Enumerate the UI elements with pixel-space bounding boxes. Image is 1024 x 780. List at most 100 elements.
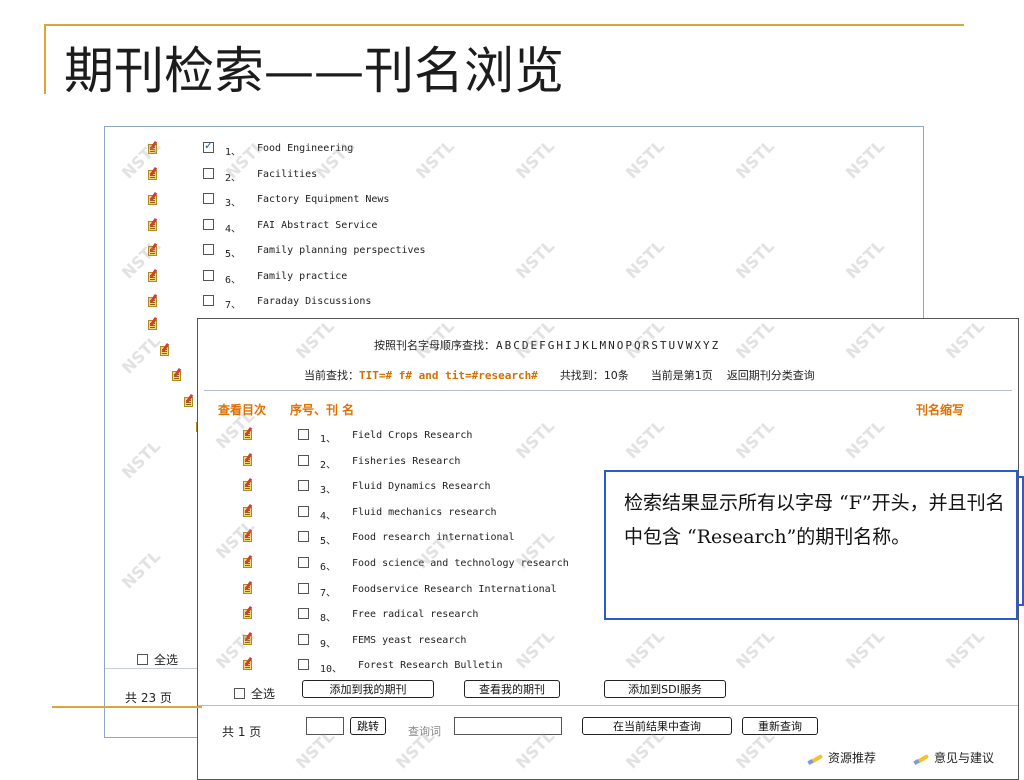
view-toc-icon[interactable] bbox=[242, 529, 254, 543]
letter-link-f[interactable]: F bbox=[539, 339, 546, 352]
item-checkbox[interactable] bbox=[203, 218, 214, 230]
view-toc-icon[interactable] bbox=[147, 293, 159, 308]
journal-title-link[interactable]: Fluid Dynamics Research bbox=[352, 481, 490, 492]
letter-link-u[interactable]: U bbox=[669, 339, 676, 352]
search-within-results-button[interactable]: 在当前结果中查询 bbox=[582, 717, 732, 735]
letter-link-m[interactable]: M bbox=[600, 339, 607, 352]
requery-button[interactable]: 重新查询 bbox=[742, 717, 818, 735]
item-checkbox[interactable] bbox=[203, 167, 214, 179]
view-toc-icon[interactable] bbox=[147, 140, 159, 155]
pencil-icon bbox=[808, 752, 824, 764]
letter-link-q[interactable]: Q bbox=[634, 339, 641, 352]
letter-link-v[interactable]: V bbox=[677, 339, 684, 352]
found-count: 10条 bbox=[603, 369, 629, 382]
letter-link-t[interactable]: T bbox=[660, 339, 667, 352]
view-toc-icon[interactable] bbox=[242, 503, 254, 518]
view-my-journals-button[interactable]: 查看我的期刊 bbox=[464, 680, 560, 698]
letter-link-n[interactable]: N bbox=[608, 339, 615, 352]
letter-link-s[interactable]: S bbox=[651, 339, 658, 352]
item-checkbox[interactable] bbox=[203, 193, 214, 204]
letter-link-z[interactable]: Z bbox=[712, 339, 719, 352]
journal-title-link[interactable]: Faraday Discussions bbox=[257, 296, 371, 307]
item-checkbox[interactable] bbox=[298, 454, 309, 466]
letter-link-x[interactable]: X bbox=[694, 339, 701, 352]
page-number-input[interactable] bbox=[306, 717, 344, 735]
item-checkbox[interactable] bbox=[298, 582, 309, 594]
journal-title-link[interactable]: FAI Abstract Service bbox=[257, 220, 377, 231]
view-toc-icon[interactable] bbox=[242, 631, 254, 646]
view-toc-icon[interactable] bbox=[242, 554, 254, 569]
item-checkbox[interactable] bbox=[203, 269, 214, 281]
letter-link-j[interactable]: J bbox=[574, 339, 581, 352]
view-toc-icon[interactable] bbox=[147, 316, 159, 331]
view-toc-icon[interactable] bbox=[183, 393, 195, 408]
view-toc-icon[interactable] bbox=[171, 367, 183, 382]
jump-button[interactable]: 跳转 bbox=[350, 717, 386, 735]
journal-title-link[interactable]: Food science and technology research bbox=[352, 558, 569, 569]
view-toc-icon[interactable] bbox=[159, 342, 171, 357]
journal-title-link[interactable]: Fisheries Research bbox=[352, 456, 460, 467]
journal-title-link[interactable]: Food Engineering bbox=[257, 143, 353, 154]
resource-recommend-link[interactable]: 资源推荐 bbox=[808, 749, 876, 766]
item-checkbox[interactable] bbox=[298, 659, 309, 671]
select-all-checkbox[interactable] bbox=[234, 688, 245, 699]
item-checkbox[interactable] bbox=[203, 244, 214, 255]
item-checkbox[interactable] bbox=[298, 633, 309, 645]
letter-link-a[interactable]: A bbox=[496, 339, 503, 352]
alphabet-label: 按照刊名字母顺序查找： bbox=[374, 339, 495, 352]
journal-title-link[interactable]: Field Crops Research bbox=[352, 430, 472, 441]
view-toc-icon[interactable] bbox=[242, 478, 254, 492]
query-status: 当前查找：TIT=# f# and tit=#research# 共找到：10条 当… bbox=[304, 367, 815, 383]
journal-title-link[interactable]: Facilities bbox=[257, 169, 317, 180]
letter-link-r[interactable]: R bbox=[643, 339, 650, 352]
journal-title-link[interactable]: Family planning perspectives bbox=[257, 245, 426, 256]
item-checkbox[interactable] bbox=[298, 531, 309, 543]
journal-title-link[interactable]: FEMS yeast research bbox=[352, 635, 466, 646]
view-toc-icon[interactable] bbox=[147, 191, 159, 206]
journal-title-link[interactable]: Forest Research Bulletin bbox=[358, 660, 503, 671]
letter-link-o[interactable]: O bbox=[617, 339, 624, 352]
letter-link-g[interactable]: G bbox=[548, 339, 555, 352]
letter-link-i[interactable]: I bbox=[565, 339, 572, 352]
found-label: 共找到： bbox=[559, 369, 604, 382]
item-checkbox[interactable] bbox=[203, 295, 214, 306]
select-all[interactable]: 全选 bbox=[234, 685, 275, 702]
letter-link-w[interactable]: W bbox=[686, 339, 693, 352]
item-checkbox[interactable] bbox=[298, 557, 309, 568]
journal-title-link[interactable]: Free radical research bbox=[352, 609, 478, 620]
letter-link-k[interactable]: K bbox=[582, 339, 589, 352]
view-toc-icon[interactable] bbox=[147, 242, 159, 257]
item-checkbox[interactable] bbox=[203, 139, 214, 153]
view-toc-icon[interactable] bbox=[242, 580, 254, 595]
letter-link-h[interactable]: H bbox=[556, 339, 563, 352]
journal-title-link[interactable]: Foodservice Research International bbox=[352, 584, 557, 595]
letter-link-b[interactable]: B bbox=[505, 339, 512, 352]
letter-link-l[interactable]: L bbox=[591, 339, 598, 352]
letter-link-p[interactable]: P bbox=[625, 339, 632, 352]
view-toc-icon[interactable] bbox=[147, 217, 159, 232]
query-word-input[interactable] bbox=[454, 717, 562, 735]
view-toc-icon[interactable] bbox=[242, 657, 254, 671]
view-toc-icon[interactable] bbox=[147, 268, 159, 283]
add-to-sdi-button[interactable]: 添加到SDI服务 bbox=[604, 680, 726, 698]
letter-link-d[interactable]: D bbox=[522, 339, 529, 352]
item-checkbox[interactable] bbox=[298, 505, 309, 517]
letter-link-e[interactable]: E bbox=[531, 339, 538, 352]
journal-title-link[interactable]: Family practice bbox=[257, 271, 347, 282]
journal-title-link[interactable]: Food research international bbox=[352, 532, 515, 543]
item-number: 9、 bbox=[320, 638, 337, 650]
item-checkbox[interactable] bbox=[298, 608, 309, 620]
journal-title-link[interactable]: Fluid mechanics research bbox=[352, 507, 497, 518]
view-toc-icon[interactable] bbox=[242, 606, 254, 620]
view-toc-icon[interactable] bbox=[147, 166, 159, 181]
journal-title-link[interactable]: Factory Equipment News bbox=[257, 194, 389, 205]
view-toc-icon[interactable] bbox=[242, 452, 254, 467]
item-checkbox[interactable] bbox=[298, 429, 309, 440]
letter-link-y[interactable]: Y bbox=[703, 339, 710, 352]
item-checkbox[interactable] bbox=[298, 480, 309, 492]
view-toc-icon[interactable] bbox=[242, 426, 254, 441]
feedback-link[interactable]: 意见与建议 bbox=[914, 749, 994, 766]
back-to-category-link[interactable]: 返回期刊分类查询 bbox=[727, 369, 815, 382]
letter-link-c[interactable]: C bbox=[513, 339, 520, 352]
add-to-my-journals-button[interactable]: 添加到我的期刊 bbox=[302, 680, 434, 698]
